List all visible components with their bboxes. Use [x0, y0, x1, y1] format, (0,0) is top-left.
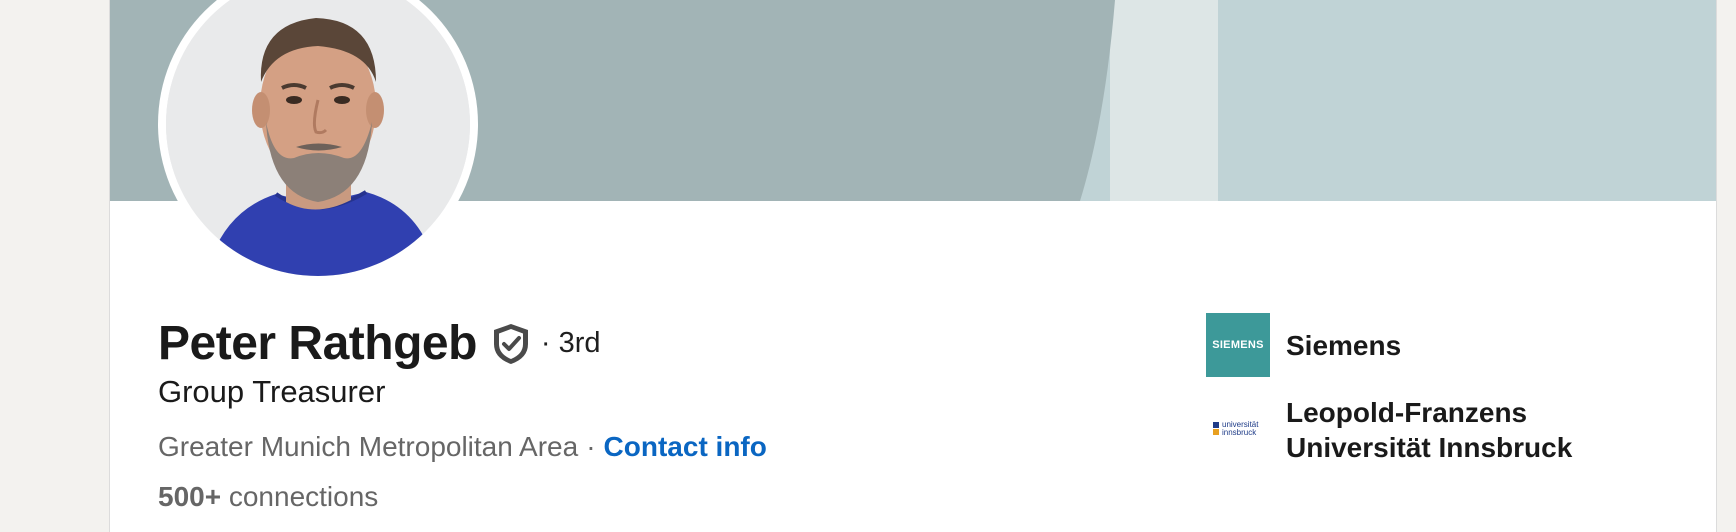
profile-name-row: Peter Rathgeb · 3rd: [158, 316, 601, 371]
profile-location: Greater Munich Metropolitan Area: [158, 431, 579, 462]
connections-count[interactable]: 500+ connections: [158, 481, 378, 513]
profile-headline: Group Treasurer: [158, 374, 386, 409]
company-name: Siemens: [1286, 329, 1402, 361]
current-company[interactable]: SIEMENS Siemens: [1206, 313, 1401, 377]
profile-photo-image: [166, 0, 470, 276]
school-name: Leopold-Franzens Universität Innsbruck: [1286, 395, 1572, 465]
profile-photo[interactable]: [158, 0, 478, 284]
svg-text:innsbruck: innsbruck: [1222, 428, 1257, 437]
school-name-line1: Leopold-Franzens: [1286, 397, 1528, 428]
profile-name: Peter Rathgeb: [158, 317, 477, 370]
connections-number: 500+: [158, 481, 222, 512]
university-logo: universität innsbruck: [1206, 398, 1270, 462]
contact-info-link[interactable]: Contact info: [604, 431, 767, 462]
education-school[interactable]: universität innsbruck Leopold-Franzens U…: [1206, 395, 1572, 465]
school-name-line2: Universität Innsbruck: [1286, 432, 1573, 463]
connections-label: connections: [228, 481, 379, 512]
location-row: Greater Munich Metropolitan Area · Contact…: [158, 431, 767, 463]
connection-degree: · 3rd: [540, 327, 601, 359]
verified-shield-icon[interactable]: [491, 322, 531, 366]
profile-card: Peter Rathgeb · 3rd Group Treasurer Grea…: [109, 0, 1717, 532]
separator-dot: ·: [586, 431, 596, 462]
siemens-logo: SIEMENS: [1206, 313, 1270, 377]
